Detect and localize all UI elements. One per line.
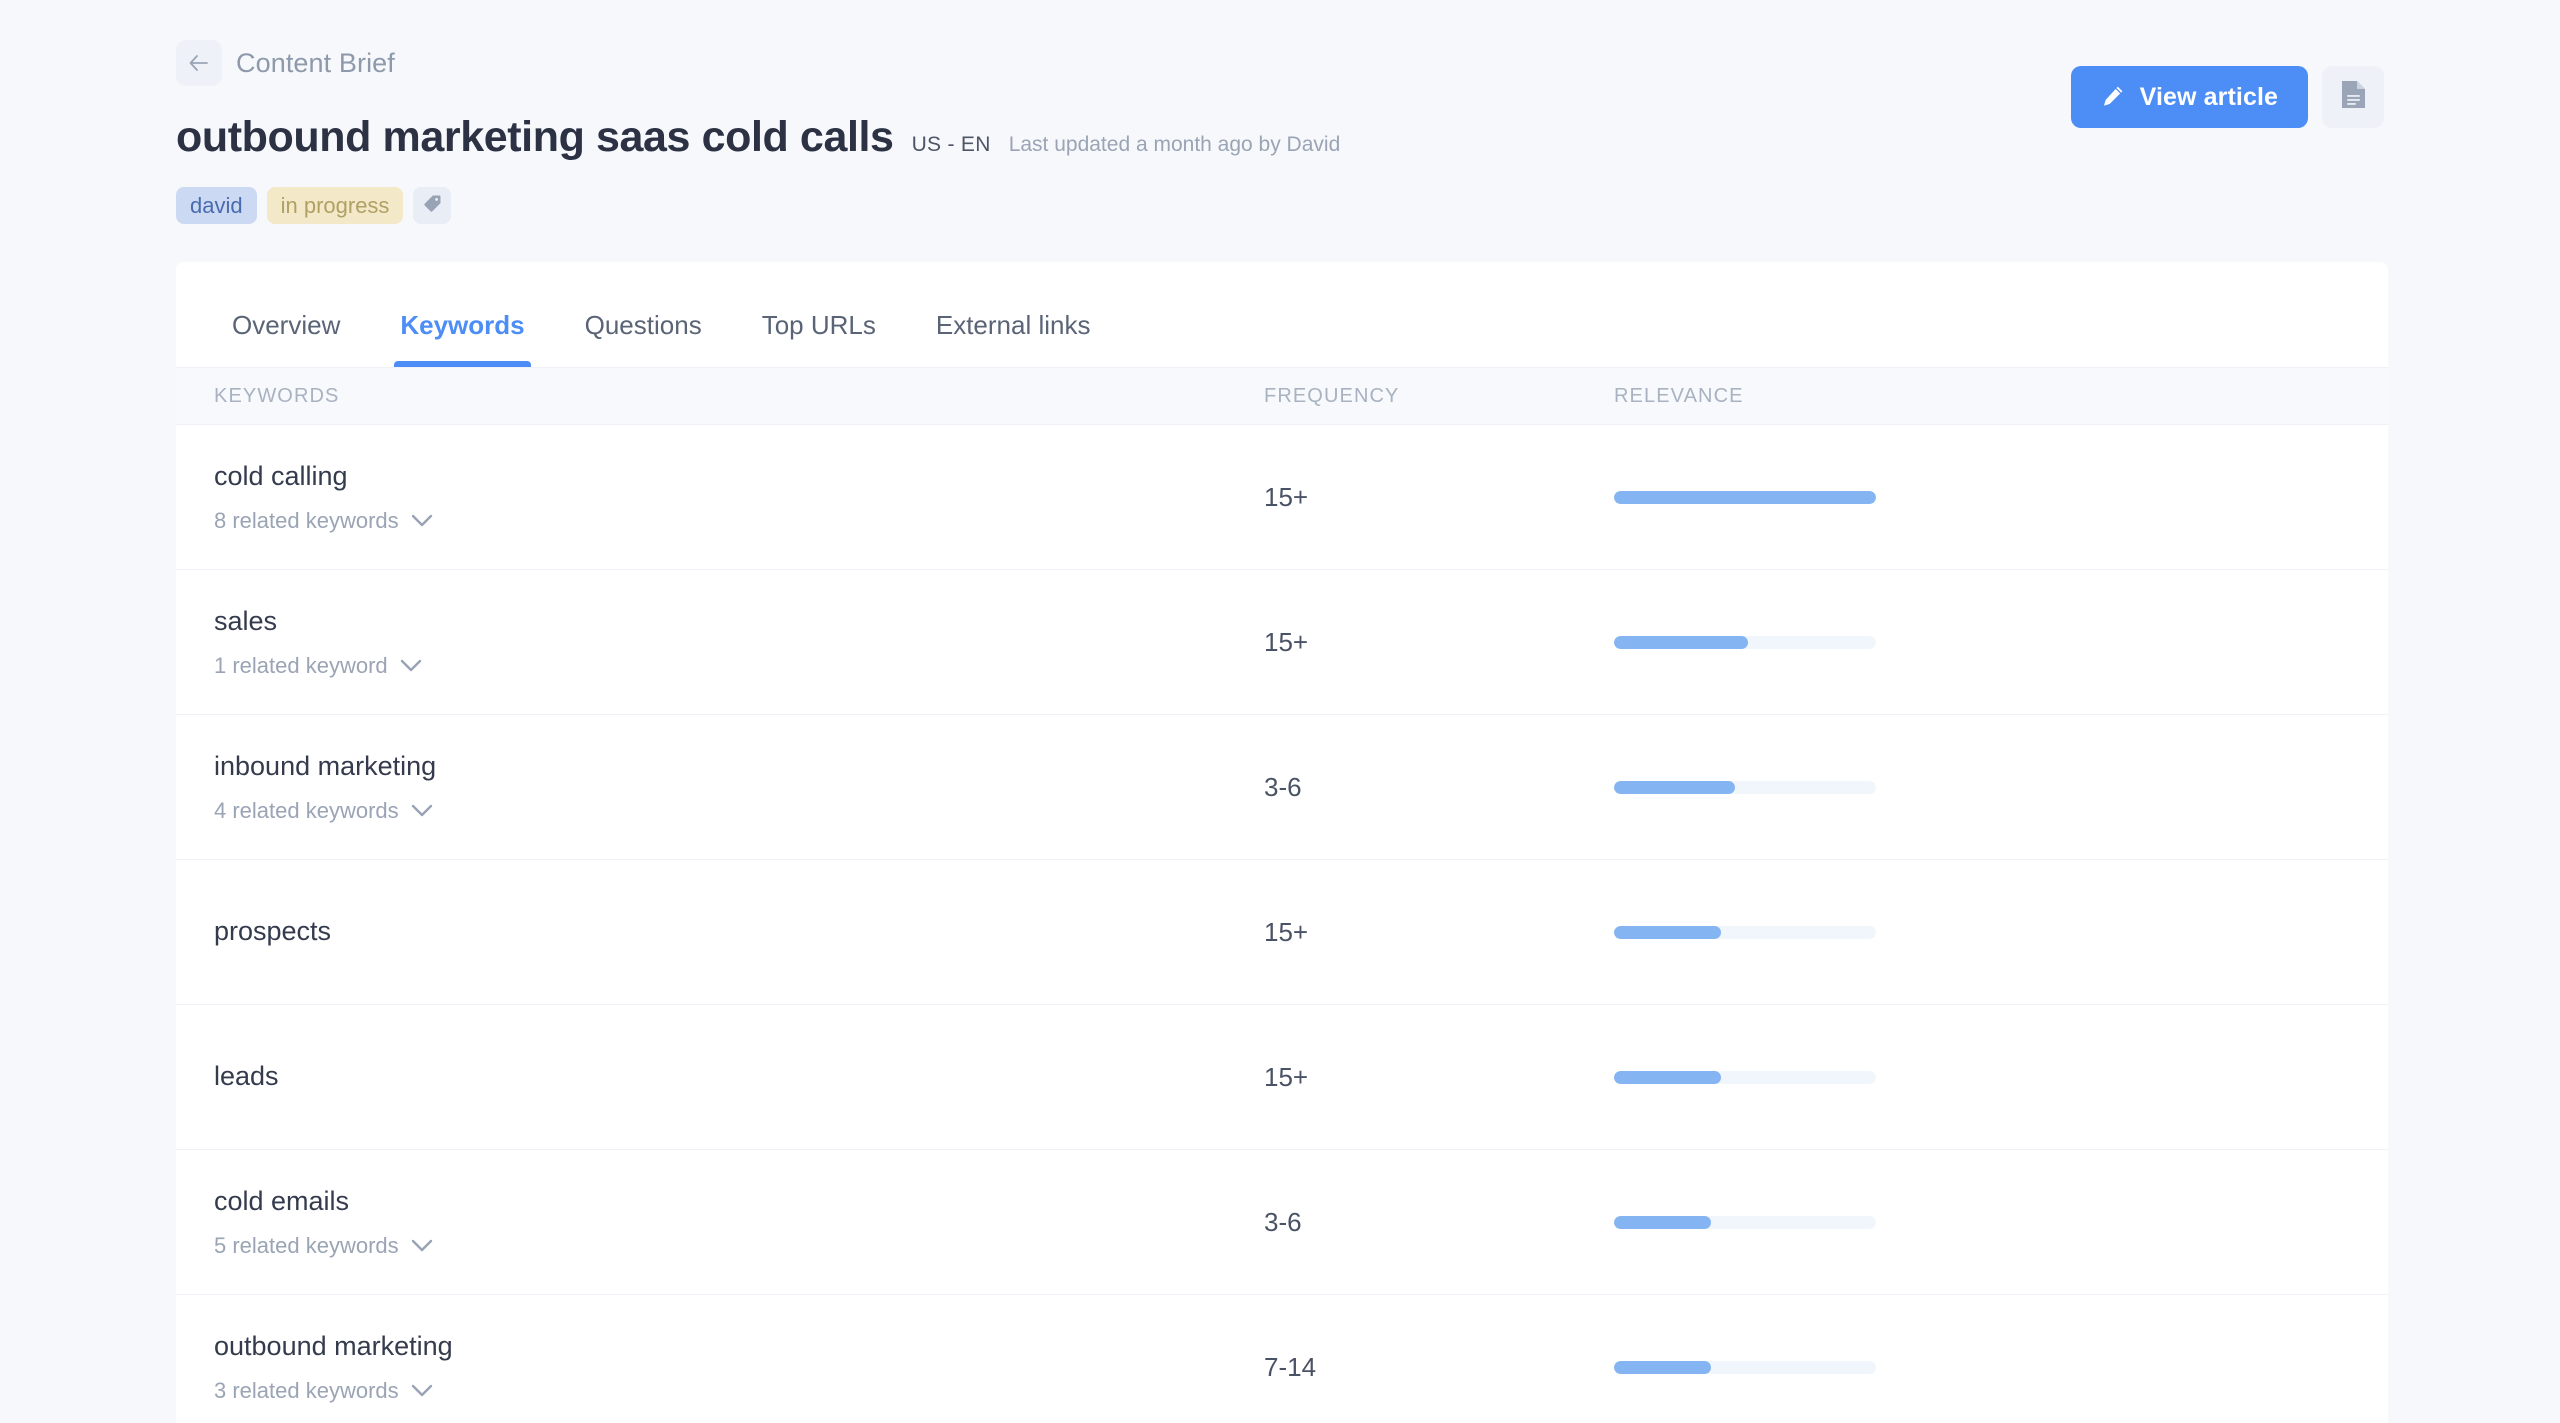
arrow-left-icon (188, 54, 210, 72)
keyword-cell: cold calling 8 related keywords (214, 460, 1264, 534)
keyword-cell: outbound marketing 3 related keywords (214, 1330, 1264, 1404)
tag-chip-status[interactable]: in progress (266, 187, 404, 225)
table-row[interactable]: outbound marketing 3 related keywords 7-14 (176, 1295, 2388, 1423)
relevance-cell (1614, 925, 2350, 939)
last-updated-label: Last updated a month ago by David (1008, 133, 1341, 156)
related-keywords-toggle[interactable]: 1 related keyword (214, 653, 1264, 679)
relevance-cell (1614, 635, 2350, 649)
relevance-cell (1614, 1360, 2350, 1374)
relevance-bar-track (1614, 1070, 1876, 1084)
chevron-down-icon[interactable] (400, 659, 422, 672)
chevron-down-icon[interactable] (411, 1239, 433, 1252)
keyword-cell: leads (214, 1060, 1264, 1094)
content-card: Overview Keywords Questions Top URLs Ext… (176, 262, 2388, 1423)
title-row: outbound marketing saas cold calls US - … (176, 113, 2384, 161)
pencil-icon (2101, 84, 2125, 111)
table-row[interactable]: leads 15+ (176, 1005, 2388, 1150)
breadcrumb: Content Brief (176, 34, 2384, 92)
related-keywords-label: 1 related keyword (214, 652, 388, 678)
keyword-label: leads (214, 1061, 279, 1092)
frequency-cell: 7-14 (1264, 1351, 1317, 1382)
relevance-bar-fill (1614, 490, 1876, 504)
table-row[interactable]: inbound marketing 4 related keywords 3-6 (176, 715, 2388, 860)
keyword-cell: cold emails 5 related keywords (214, 1185, 1264, 1259)
relevance-bar-track (1614, 635, 1876, 649)
relevance-bar-track (1614, 490, 1876, 504)
table-header-row: KEYWORDS FREQUENCY RELEVANCE (176, 367, 2388, 425)
frequency-cell: 15+ (1264, 626, 1309, 657)
related-keywords-toggle[interactable]: 8 related keywords (214, 508, 1264, 534)
keyword-label: sales (214, 606, 278, 637)
related-keywords-toggle[interactable]: 5 related keywords (214, 1233, 1264, 1259)
relevance-cell (1614, 1215, 2350, 1229)
tag-icon (423, 194, 442, 218)
frequency-cell: 15+ (1264, 481, 1309, 512)
keyword-label: cold emails (214, 1186, 350, 1217)
table-row[interactable]: cold calling 8 related keywords 15+ (176, 425, 2388, 570)
column-header-keywords[interactable]: KEYWORDS (214, 385, 1264, 408)
relevance-bar-track (1614, 1360, 1876, 1374)
relevance-bar-fill (1614, 635, 1748, 649)
tab-external-links[interactable]: External links (918, 310, 1109, 367)
page-header: Content Brief outbound marketing saas co… (0, 0, 2560, 262)
header-actions: View article (2070, 66, 2384, 128)
relevance-bar-track (1614, 780, 1876, 794)
chevron-down-icon[interactable] (411, 804, 433, 817)
relevance-bar-fill (1614, 780, 1735, 794)
content-brief-page: Content Brief outbound marketing saas co… (0, 0, 2560, 1423)
related-keywords-toggle[interactable]: 3 related keywords (214, 1378, 1264, 1404)
keyword-label: outbound marketing (214, 1331, 453, 1362)
tab-bar: Overview Keywords Questions Top URLs Ext… (176, 262, 2388, 367)
view-article-label: View article (2139, 82, 2278, 111)
tab-overview[interactable]: Overview (214, 310, 358, 367)
related-keywords-label: 8 related keywords (214, 507, 399, 533)
keyword-cell: sales 1 related keyword (214, 605, 1264, 679)
related-keywords-label: 5 related keywords (214, 1232, 399, 1258)
frequency-cell: 15+ (1264, 916, 1309, 947)
back-button[interactable] (176, 40, 222, 86)
relevance-cell (1614, 490, 2350, 504)
locale-label: US - EN (911, 133, 991, 156)
related-keywords-toggle[interactable]: 4 related keywords (214, 798, 1264, 824)
relevance-bar-fill (1614, 1360, 1711, 1374)
tab-top-urls[interactable]: Top URLs (744, 310, 894, 367)
keyword-label: cold calling (214, 461, 348, 492)
tag-chip-user[interactable]: david (176, 187, 257, 225)
relevance-bar-fill (1614, 1070, 1722, 1084)
relevance-bar-track (1614, 1215, 1876, 1229)
tab-questions[interactable]: Questions (567, 310, 720, 367)
table-row[interactable]: prospects 15+ (176, 860, 2388, 1005)
frequency-cell: 15+ (1264, 1061, 1309, 1092)
relevance-bar-fill (1614, 925, 1722, 939)
related-keywords-label: 3 related keywords (214, 1377, 399, 1403)
frequency-cell: 3-6 (1264, 1206, 1302, 1237)
relevance-bar-fill (1614, 1215, 1711, 1229)
page-title: outbound marketing saas cold calls (176, 113, 894, 161)
add-tag-button[interactable] (413, 187, 452, 225)
view-article-button[interactable]: View article (2070, 66, 2308, 128)
tag-row: david in progress (176, 187, 2384, 225)
document-button[interactable] (2322, 66, 2384, 128)
table-row[interactable]: cold emails 5 related keywords 3-6 (176, 1150, 2388, 1295)
relevance-cell (1614, 780, 2350, 794)
relevance-bar-track (1614, 925, 1876, 939)
keywords-table-body: cold calling 8 related keywords 15+ sales 1 … (176, 425, 2388, 1423)
keyword-label: prospects (214, 916, 332, 947)
related-keywords-label: 4 related keywords (214, 797, 399, 823)
tab-keywords[interactable]: Keywords (382, 310, 542, 367)
document-icon (2340, 79, 2367, 115)
relevance-cell (1614, 1070, 2350, 1084)
column-header-relevance[interactable]: RELEVANCE (1614, 385, 2350, 408)
keyword-cell: inbound marketing 4 related keywords (214, 750, 1264, 824)
column-header-frequency[interactable]: FREQUENCY (1264, 385, 1614, 408)
table-row[interactable]: sales 1 related keyword 15+ (176, 570, 2388, 715)
chevron-down-icon[interactable] (411, 514, 433, 527)
keyword-label: inbound marketing (214, 751, 437, 782)
frequency-cell: 3-6 (1264, 771, 1302, 802)
keyword-cell: prospects (214, 915, 1264, 949)
breadcrumb-label[interactable]: Content Brief (236, 48, 395, 79)
chevron-down-icon[interactable] (411, 1384, 433, 1397)
